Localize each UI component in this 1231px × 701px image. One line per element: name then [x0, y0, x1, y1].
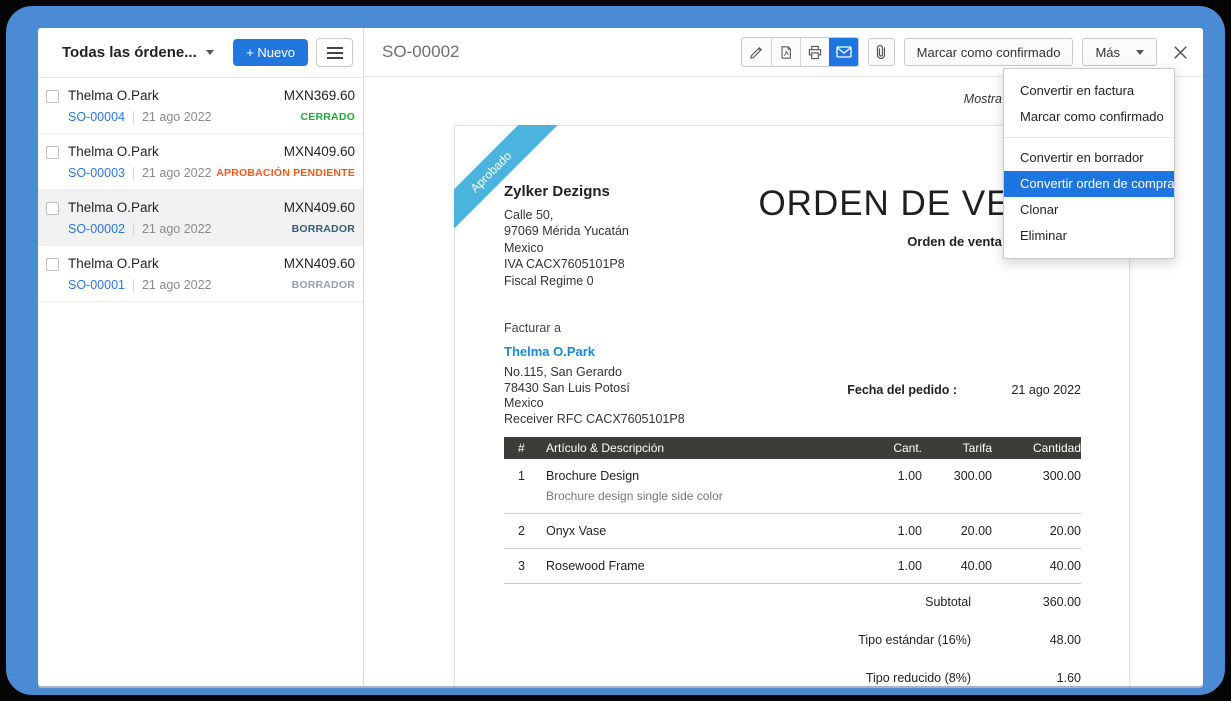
- printer-icon: [807, 45, 823, 60]
- order-amount: MXN409.60: [284, 200, 355, 215]
- item-name: Onyx Vase: [546, 524, 852, 538]
- order-amount: MXN409.60: [284, 144, 355, 159]
- desktop-background: Todas las órdene... + Nuevo Thelma O.Par…: [0, 0, 1231, 701]
- order-date: 21 ago 2022: [142, 222, 212, 236]
- page-title: SO-00002: [382, 42, 460, 62]
- order-id-link[interactable]: SO-00004: [68, 110, 125, 124]
- menu-item-delete[interactable]: Eliminar: [1004, 223, 1174, 249]
- print-button[interactable]: [800, 38, 829, 66]
- order-customer: Thelma O.Park: [68, 256, 159, 271]
- status-badge: APROBACIÓN PENDIENTE: [216, 167, 355, 179]
- order-date: 21 ago 2022: [142, 110, 212, 124]
- menu-divider: [1004, 137, 1174, 138]
- pdf-file-icon: [779, 45, 793, 60]
- mark-confirmed-button[interactable]: Marcar como confirmado: [904, 38, 1074, 66]
- order-list-item[interactable]: Thelma O.Park MXN409.60 SO-00003 21 ago …: [38, 134, 363, 190]
- email-icon: [836, 45, 852, 59]
- pencil-icon: [749, 45, 764, 60]
- edit-button[interactable]: [742, 38, 771, 66]
- order-customer: Thelma O.Park: [68, 144, 159, 159]
- item-description: Brochure design single side color: [546, 489, 852, 503]
- app-window: Todas las órdene... + Nuevo Thelma O.Par…: [38, 28, 1203, 686]
- divider: [133, 111, 134, 124]
- menu-item-convert-invoice[interactable]: Convertir en factura: [1004, 78, 1174, 104]
- bill-to-block: Facturar a Thelma O.Park No.115, San Ger…: [504, 321, 685, 427]
- close-button[interactable]: [1173, 45, 1188, 60]
- order-checkbox[interactable]: [46, 90, 59, 103]
- order-detail-panel: SO-00002: [364, 28, 1203, 686]
- status-badge: CERRADO: [301, 111, 356, 123]
- pdf-button[interactable]: [771, 38, 800, 66]
- divider: [133, 223, 134, 236]
- menu-item-convert-purchase-order[interactable]: Convertir orden de compra: [1004, 171, 1174, 197]
- list-options-button[interactable]: [316, 38, 353, 67]
- orders-list-panel: Todas las órdene... + Nuevo Thelma O.Par…: [38, 28, 364, 686]
- approval-ribbon: Aprobado: [454, 125, 566, 237]
- orders-filter-label: Todas las órdene...: [62, 44, 197, 61]
- table-header: # Artículo & Descripción Cant. Tarifa Ca…: [504, 437, 1081, 459]
- new-order-button[interactable]: + Nuevo: [233, 39, 308, 66]
- line-items-table: # Artículo & Descripción Cant. Tarifa Ca…: [504, 437, 1081, 584]
- table-row: 2 Onyx Vase 1.00 20.00 20.00: [504, 514, 1081, 549]
- menu-item-convert-draft[interactable]: Convertir en borrador: [1004, 145, 1174, 171]
- window-frame: Todas las órdene... + Nuevo Thelma O.Par…: [6, 6, 1225, 695]
- menu-item-clone[interactable]: Clonar: [1004, 197, 1174, 223]
- order-id-link[interactable]: SO-00001: [68, 278, 125, 292]
- order-id-link[interactable]: SO-00003: [68, 166, 125, 180]
- order-amount: MXN409.60: [284, 256, 355, 271]
- ribbon-label: Aprobado: [454, 125, 557, 237]
- menu-item-mark-confirmed[interactable]: Marcar como confirmado: [1004, 104, 1174, 130]
- order-date-row: Fecha del pedido : 21 ago 2022: [847, 383, 1081, 427]
- paperclip-icon: [875, 44, 887, 60]
- more-button[interactable]: Más: [1082, 38, 1157, 66]
- order-list-item[interactable]: Thelma O.Park MXN409.60 SO-00001 21 ago …: [38, 246, 363, 302]
- chevron-down-icon: [1136, 50, 1144, 59]
- more-dropdown-menu: Convertir en factura Marcar como confirm…: [1003, 68, 1175, 259]
- tax-reduced-row: Tipo reducido (8%) 1.60: [504, 663, 1081, 686]
- status-badge: BORRADOR: [292, 223, 355, 235]
- document-actions-group: [741, 37, 859, 67]
- hamburger-icon: [327, 47, 343, 59]
- divider: [133, 167, 134, 180]
- item-name: Rosewood Frame: [546, 559, 852, 573]
- email-button[interactable]: [829, 38, 858, 66]
- order-date: 21 ago 2022: [142, 166, 212, 180]
- tax-standard-row: Tipo estándar (16%) 48.00: [504, 625, 1081, 655]
- table-row: 1 Brochure Design Brochure design single…: [504, 459, 1081, 514]
- order-customer: Thelma O.Park: [68, 200, 159, 215]
- order-date: 21 ago 2022: [142, 278, 212, 292]
- table-row: 3 Rosewood Frame 1.00 40.00 40.00: [504, 549, 1081, 584]
- list-header: Todas las órdene... + Nuevo: [38, 28, 363, 78]
- totals-block: Subtotal 360.00 Tipo estándar (16%) 48.0…: [504, 587, 1081, 686]
- divider: [133, 279, 134, 292]
- order-list-item[interactable]: Thelma O.Park MXN369.60 SO-00004 21 ago …: [38, 78, 363, 134]
- status-badge: BORRADOR: [292, 279, 355, 291]
- customer-link[interactable]: Thelma O.Park: [504, 344, 685, 360]
- chevron-down-icon: [206, 50, 214, 59]
- order-customer: Thelma O.Park: [68, 88, 159, 103]
- order-checkbox[interactable]: [46, 146, 59, 159]
- subtotal-row: Subtotal 360.00: [504, 587, 1081, 617]
- close-icon: [1173, 45, 1188, 60]
- order-list-item-selected[interactable]: Thelma O.Park MXN409.60 SO-00002 21 ago …: [38, 190, 363, 246]
- orders-list: Thelma O.Park MXN369.60 SO-00004 21 ago …: [38, 78, 363, 302]
- orders-filter-dropdown[interactable]: Todas las órdene...: [62, 44, 225, 61]
- order-amount: MXN369.60: [284, 88, 355, 103]
- order-id-link[interactable]: SO-00002: [68, 222, 125, 236]
- item-name: Brochure Design: [546, 469, 852, 483]
- bill-to-label: Facturar a: [504, 321, 685, 337]
- order-checkbox[interactable]: [46, 258, 59, 271]
- show-pdf-link[interactable]: Mostra: [964, 92, 1002, 106]
- order-checkbox[interactable]: [46, 202, 59, 215]
- attachment-button[interactable]: [868, 38, 895, 66]
